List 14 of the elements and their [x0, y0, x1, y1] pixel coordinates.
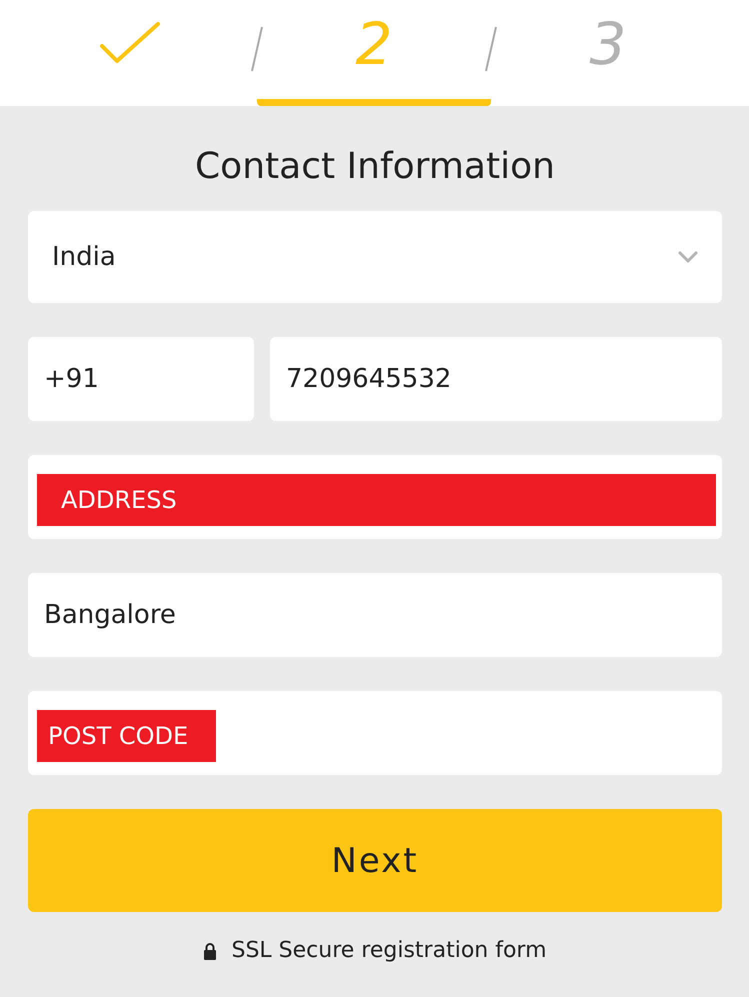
country-select[interactable]: India: [28, 211, 722, 303]
checkmark-icon: [99, 20, 161, 64]
next-button[interactable]: Next: [28, 809, 722, 912]
chevron-down-icon: [678, 251, 698, 263]
form-title: Contact Information: [194, 146, 556, 187]
city-field[interactable]: Bangalore: [28, 573, 722, 657]
post-code-field[interactable]: POST CODE: [37, 710, 216, 762]
address-field[interactable]: ADDRESS: [37, 474, 716, 526]
step-divider: [485, 26, 497, 72]
secure-note: SSL Secure registration form: [231, 938, 547, 963]
lock-icon: [203, 942, 218, 960]
phone-code-field[interactable]: +91: [28, 337, 254, 421]
phone-number-field[interactable]: 7209645532: [270, 337, 722, 421]
step-divider: [251, 26, 263, 72]
